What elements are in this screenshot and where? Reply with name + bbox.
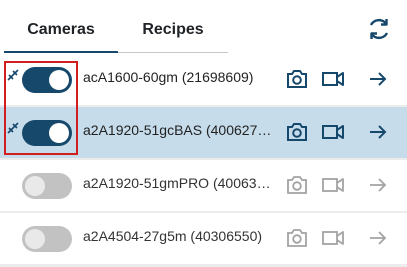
- toggle-knob: [49, 70, 69, 90]
- connect-toggle[interactable]: [22, 226, 72, 252]
- tab-cameras[interactable]: Cameras: [4, 11, 118, 53]
- camera-icon: [287, 229, 307, 247]
- arrow-right-icon[interactable]: [366, 121, 390, 143]
- video-icon[interactable]: [321, 121, 345, 143]
- video-icon: [322, 231, 344, 245]
- tab-bar: Cameras Recipes: [4, 11, 228, 53]
- camera-row[interactable]: acA1600-60gm (21698609): [0, 54, 407, 105]
- connect-toggle[interactable]: [22, 67, 72, 93]
- camera-name: a2A1920-51gmPRO (40063005): [83, 175, 273, 191]
- link-icon: [7, 69, 19, 81]
- video-icon[interactable]: [321, 68, 345, 90]
- connect-toggle[interactable]: [22, 173, 72, 199]
- camera-name: a2A1920-51gcBAS (40062746): [83, 122, 273, 138]
- link-icon: [7, 122, 19, 134]
- camera-name: a2A4504-27g5m (40306550): [83, 228, 263, 244]
- toggle-knob: [49, 123, 69, 143]
- toggle-knob: [25, 176, 45, 196]
- camera-row[interactable]: a2A1920-51gmPRO (40063005): [0, 160, 407, 211]
- camera-row-selected[interactable]: a2A1920-51gcBAS (40062746): [0, 107, 407, 158]
- video-icon: [322, 178, 344, 192]
- camera-name: acA1600-60gm (21698609): [83, 69, 254, 85]
- camera-icon[interactable]: [285, 68, 309, 90]
- tab-recipes[interactable]: Recipes: [118, 11, 228, 53]
- camera-icon: [287, 176, 307, 194]
- arrow-right-icon: [370, 178, 387, 192]
- camera-icon[interactable]: [285, 121, 309, 143]
- connect-toggle[interactable]: [22, 120, 72, 146]
- arrow-right-icon[interactable]: [366, 68, 390, 90]
- refresh-icon[interactable]: [364, 14, 394, 44]
- arrow-right-icon: [370, 231, 387, 245]
- camera-row[interactable]: a2A4504-27g5m (40306550): [0, 213, 407, 264]
- toggle-knob: [25, 229, 45, 249]
- header-panel: Cameras Recipes: [0, 0, 407, 58]
